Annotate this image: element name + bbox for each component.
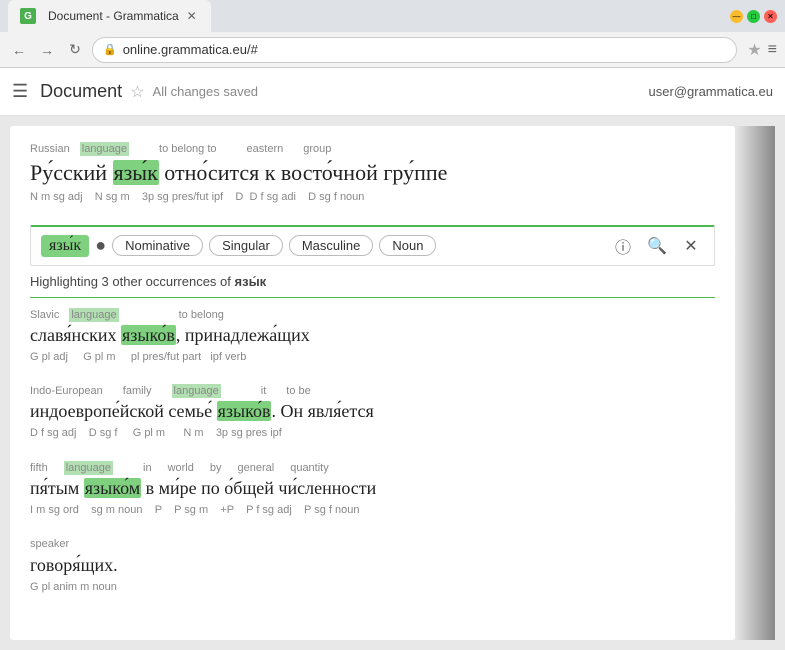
search-button[interactable]: 🔍 (644, 233, 670, 259)
user-account[interactable]: user@grammatica.eu (649, 84, 773, 99)
sentence-block-5: speaker говоря́щих. G pl anim m noun (30, 537, 715, 594)
sentence-block-3: Indo-European family language it to be и… (30, 384, 715, 441)
tab-close-button[interactable]: ✕ (185, 9, 199, 23)
word-on-yavlyaetsya: . Он явля́ется (271, 401, 373, 421)
gram-labels-1: N m sg adj N sg m 3p sg pres/fut ipf D D… (30, 190, 715, 204)
close-word-bar-button[interactable]: ✕ (678, 233, 704, 259)
window-controls: — □ ✕ (730, 10, 777, 23)
browser-menu-button[interactable]: ≡ (768, 41, 777, 59)
sentence-block-4: fifth language in world by general quant… (30, 461, 715, 518)
title-bar: G Document - Grammatica ✕ — □ ✕ (0, 0, 785, 32)
word-yazykom-4[interactable]: языко́м (84, 478, 141, 498)
word-slavyanskikh[interactable]: славя́нских (30, 325, 121, 345)
sentence-text-5: говоря́щих. (30, 552, 715, 579)
back-button[interactable]: ← (8, 39, 30, 61)
word-yazykov-2[interactable]: языко́в (121, 325, 176, 345)
sentence-text-2: славя́нских языко́в, принадлежа́щих (30, 322, 715, 349)
word-pyatym[interactable]: пя́тым (30, 478, 84, 498)
right-edge-blur (735, 126, 775, 640)
app-title: Document (40, 81, 122, 102)
minimize-button[interactable]: — (730, 10, 743, 23)
sentence-block-2: Slavic language to belong славя́нских яз… (30, 308, 715, 365)
sentence-text-4: пя́тым языко́м в ми́ре по о́бщей чи́слен… (30, 475, 715, 502)
word-info-bar: язы́к ● Nominative Singular Masculine No… (30, 225, 715, 266)
annotation-row-3: Indo-European family language it to be (30, 384, 715, 398)
highlight-notice-text: Highlighting 3 other occurrences of (30, 274, 235, 289)
active-tab[interactable]: G Document - Grammatica ✕ (8, 0, 211, 32)
address-bar[interactable]: 🔒 online.grammatica.eu/# (92, 37, 737, 63)
sentence-block-1: Russian language to belong to eastern gr… (30, 142, 715, 205)
word-chip[interactable]: язы́к (41, 235, 89, 257)
annotation-row-1: Russian language to belong to eastern gr… (30, 142, 715, 156)
close-button[interactable]: ✕ (764, 10, 777, 23)
nav-bar: ← → ↻ 🔒 online.grammatica.eu/# ★ ≡ (0, 32, 785, 68)
word-bar-actions: ⓘ 🔍 ✕ (610, 233, 704, 259)
document-panel: Russian language to belong to eastern gr… (10, 126, 735, 640)
reload-button[interactable]: ↻ (64, 39, 86, 61)
browser-window: G Document - Grammatica ✕ — □ ✕ ← → ↻ 🔒 … (0, 0, 785, 650)
word-v-mire: в ми́ре по о́бщей чи́сленности (141, 478, 376, 498)
annotation-row-2: Slavic language to belong (30, 308, 715, 322)
bookmark-button[interactable]: ★ (747, 40, 761, 60)
forward-button[interactable]: → (36, 39, 58, 61)
tag-masculine[interactable]: Masculine (289, 235, 374, 256)
bullet-separator: ● (95, 235, 106, 256)
tab-title: Document - Grammatica (48, 9, 179, 23)
word-yazykov-3[interactable]: языко́в (217, 401, 272, 421)
address-lock-icon: 🔒 (103, 43, 117, 56)
tag-singular[interactable]: Singular (209, 235, 283, 256)
gram-labels-4: I m sg ord sg m noun P P sg m +P P f sg … (30, 503, 715, 517)
word-yazyk-selected[interactable]: язы́к (113, 160, 159, 185)
word-russkiy[interactable]: Ру́сский (30, 160, 113, 185)
word-govoryashchikh[interactable]: говоря́щих. (30, 555, 118, 575)
highlight-notice-word: язы́к (235, 274, 267, 289)
hamburger-menu-button[interactable]: ☰ (12, 81, 28, 102)
tag-nominative[interactable]: Nominative (112, 235, 203, 256)
annotation-row-4: fifth language in world by general quant… (30, 461, 715, 475)
tag-noun[interactable]: Noun (379, 235, 436, 256)
sentence-text-1: Ру́сский язы́к отно́сится к восто́чной г… (30, 156, 715, 189)
highlight-notice: Highlighting 3 other occurrences of язы́… (30, 274, 715, 298)
favorite-button[interactable]: ☆ (130, 82, 144, 102)
annotation-row-5: speaker (30, 537, 715, 551)
sentence-text-3: индоевропе́йской семье́ языко́в. Он явля… (30, 398, 715, 425)
word-indoevropeyskoy[interactable]: индоевропе́йской семье́ (30, 401, 217, 421)
info-button[interactable]: ⓘ (610, 233, 636, 259)
gram-labels-3: D f sg adj D sg f G pl m N m 3p sg pres … (30, 426, 715, 440)
app-bar: ☰ Document ☆ All changes saved user@gram… (0, 68, 785, 116)
address-text: online.grammatica.eu/# (123, 42, 258, 57)
tab-favicon: G (20, 8, 36, 24)
content-area: Russian language to belong to eastern gr… (0, 116, 785, 650)
save-status: All changes saved (153, 84, 259, 99)
word-otnositsya: отно́сится к восто́чной гру́ппе (159, 160, 448, 185)
gram-labels-2: G pl adj G pl m pl pres/fut part ipf ver… (30, 350, 715, 364)
maximize-button[interactable]: □ (747, 10, 760, 23)
word-prinadlezhashchikh: , принадлежа́щих (176, 325, 310, 345)
gram-labels-5: G pl anim m noun (30, 580, 715, 594)
